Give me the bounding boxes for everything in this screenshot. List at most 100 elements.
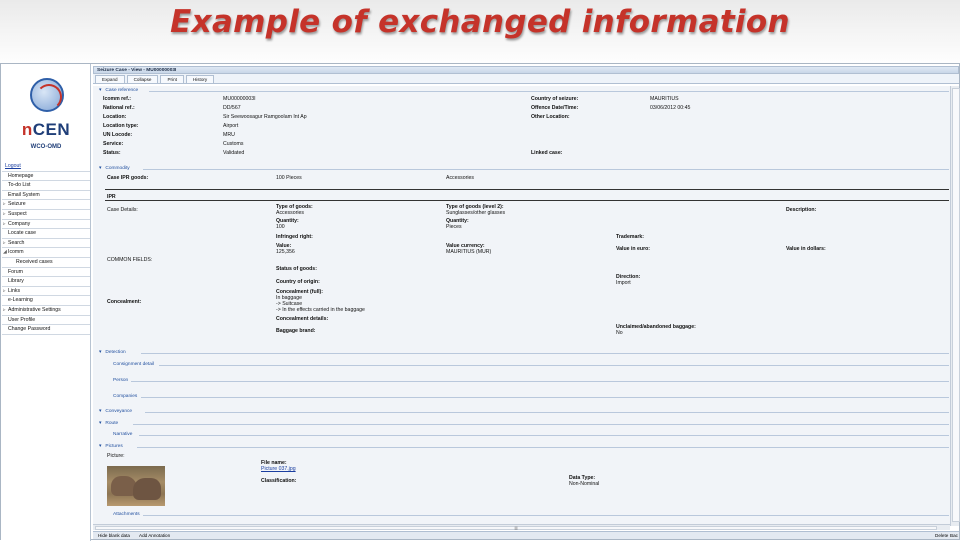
sidebar-item-forum[interactable]: Forum <box>2 267 90 278</box>
section-person[interactable]: Person <box>113 378 128 384</box>
logo-brand: nCEN <box>21 120 71 139</box>
collapse-icon: ▾ <box>99 166 102 171</box>
back-button[interactable]: Bac <box>950 532 958 540</box>
sidebar-item-suspect[interactable]: ▹ Suspect <box>2 209 90 220</box>
sidebar-item-user-profile[interactable]: User Profile <box>2 315 90 326</box>
add-annotation-button[interactable]: Add Annotation <box>139 532 170 540</box>
sidebar-item-links[interactable]: ▹ Links <box>2 286 90 297</box>
sidebar-item-to-do-list[interactable]: To-do List <box>2 181 90 191</box>
sidebar-item-received-cases[interactable]: Received cases <box>2 257 90 268</box>
sidebar-item-label: Library <box>8 278 24 285</box>
field-value: MAURITIUS (MUR) <box>446 249 492 255</box>
field-value: 125,356 <box>276 249 295 255</box>
sidebar-item-label: Company <box>8 220 31 227</box>
section-narrative[interactable]: Narrative <box>113 432 132 438</box>
sidebar-item-label: Forum <box>8 268 23 275</box>
field-label: Country of seizure: <box>531 96 579 102</box>
section-case-reference[interactable]: ▾ Case reference <box>99 88 138 94</box>
field-value: 100 <box>276 224 285 230</box>
field-label: Country of origin: <box>276 279 320 285</box>
field-value: MRU <box>223 132 235 138</box>
field-label: Unclaimed/abandoned baggage: <box>616 324 696 330</box>
sidebar-item-label: Icomm <box>8 249 24 256</box>
logo-subtitle: WCO-OMD <box>30 144 62 150</box>
section-divider <box>159 365 949 366</box>
horizontal-scrollbar[interactable]: ||| <box>93 524 950 530</box>
sidebar-item-label: To-do List <box>8 182 31 189</box>
field-label: Concealment: <box>107 299 142 305</box>
sidebar-item-icomm[interactable]: ◢ Icomm <box>2 248 90 258</box>
section-commodity[interactable]: ▾ Commodity <box>99 166 130 172</box>
field-label: Infringed right: <box>276 234 313 240</box>
expand-arrow-icon: ▹ <box>3 220 6 227</box>
toolbar-tabs: Expand Collapse Print History <box>93 74 959 84</box>
field-label: Classification: <box>261 478 297 484</box>
field-label: National ref.: <box>103 105 135 111</box>
field-label: Trademark: <box>616 234 644 240</box>
seizure-photo[interactable] <box>107 466 165 506</box>
tab-print[interactable]: Print <box>160 75 184 83</box>
tab-history[interactable]: History <box>185 75 215 83</box>
field-value: Accessories <box>276 210 304 216</box>
section-detection[interactable]: ▾ Detection <box>99 350 126 356</box>
field-value: MAURITIUS <box>650 96 679 102</box>
section-companies[interactable]: Companies <box>113 394 137 400</box>
field-label: Concealment details: <box>276 316 329 322</box>
sidebar-item-homepage[interactable]: Homepage <box>2 171 90 182</box>
case-content: ▾ Case reference Icomm ref.: MU00000003I … <box>93 86 959 524</box>
collapse-icon: ▾ <box>99 409 102 414</box>
field-label: Value in euro: <box>616 246 651 252</box>
section-divider <box>141 353 949 354</box>
section-divider <box>141 397 949 398</box>
delete-button[interactable]: Delete <box>935 532 948 540</box>
scroll-thumb[interactable]: ||| <box>95 526 937 530</box>
sidebar-item-e-learning[interactable]: e-Learning <box>2 296 90 306</box>
section-attachments[interactable]: Attachments <box>113 512 140 518</box>
tab-collapse[interactable]: Collapse <box>126 75 159 83</box>
sidebar-item-label: Logout <box>5 163 21 169</box>
sidebar-item-label: Seizure <box>8 201 26 208</box>
bottom-toolbar: Hide blank data Add Annotation Delete Ba… <box>93 531 959 539</box>
sidebar-item-company[interactable]: ▹ Company <box>2 219 90 230</box>
field-label: Case IPR goods: <box>107 175 149 181</box>
vertical-scrollbar[interactable] <box>950 86 960 526</box>
field-value: Pieces <box>446 224 462 230</box>
sidebar-item-library[interactable]: Library <box>2 277 90 287</box>
sidebar-item-label: Homepage <box>8 172 34 179</box>
section-divider <box>143 515 949 516</box>
sidebar-item-seizure[interactable]: ▹ Seizure <box>2 200 90 210</box>
sidebar-item-email-system[interactable]: Email System <box>2 190 90 201</box>
field-value: DD/567 <box>223 105 241 111</box>
hide-blank-button[interactable]: Hide blank data <box>98 532 130 540</box>
slide-title: Example of exchanged information <box>170 4 790 40</box>
sidebar-item-label: Suspect <box>8 210 27 217</box>
section-pictures[interactable]: ▾ Pictures <box>99 444 123 450</box>
field-value: Non-Nominal <box>569 481 600 487</box>
collapse-icon: ▾ <box>99 444 102 449</box>
elephant-shape <box>133 478 161 500</box>
field-value: 03/06/2012 00:45 <box>650 105 691 111</box>
sidebar-item-change-password[interactable]: Change Password <box>2 325 90 335</box>
field-label: Baggage brand: <box>276 328 316 334</box>
collapse-icon: ▾ <box>99 88 102 93</box>
field-value: 100 Pieces <box>276 175 302 181</box>
main-panel: Seizure Case - View - MU00000003I Expand… <box>93 66 960 539</box>
expand-arrow-icon: ▹ <box>3 201 6 208</box>
file-name-link[interactable]: Picture 037.jpg <box>261 466 296 472</box>
sidebar-item-administrative-settings[interactable]: ▹ Administrative Settings <box>2 305 90 316</box>
field-label: UN Locode: <box>103 132 133 138</box>
sidebar-item-search[interactable]: ▹ Search <box>2 238 90 249</box>
field-value: Accessories <box>446 175 474 181</box>
sidebar-item-logout[interactable]: Logout <box>2 162 90 172</box>
field-label: Offence Date/Time: <box>531 105 579 111</box>
tab-expand[interactable]: Expand <box>95 75 125 83</box>
section-consignment[interactable]: Consignment detail <box>113 362 154 368</box>
sidebar-item-label: Search <box>8 239 25 246</box>
section-conveyance[interactable]: ▾ Conveyance <box>99 409 132 415</box>
field-label: Case Details: <box>107 207 138 213</box>
field-value: Validated <box>223 150 245 156</box>
divider-line <box>105 200 949 201</box>
sidebar-item-locate-case[interactable]: Locate case <box>2 229 90 239</box>
section-route[interactable]: ▾ Route <box>99 421 118 427</box>
field-value: Airport <box>223 123 239 129</box>
